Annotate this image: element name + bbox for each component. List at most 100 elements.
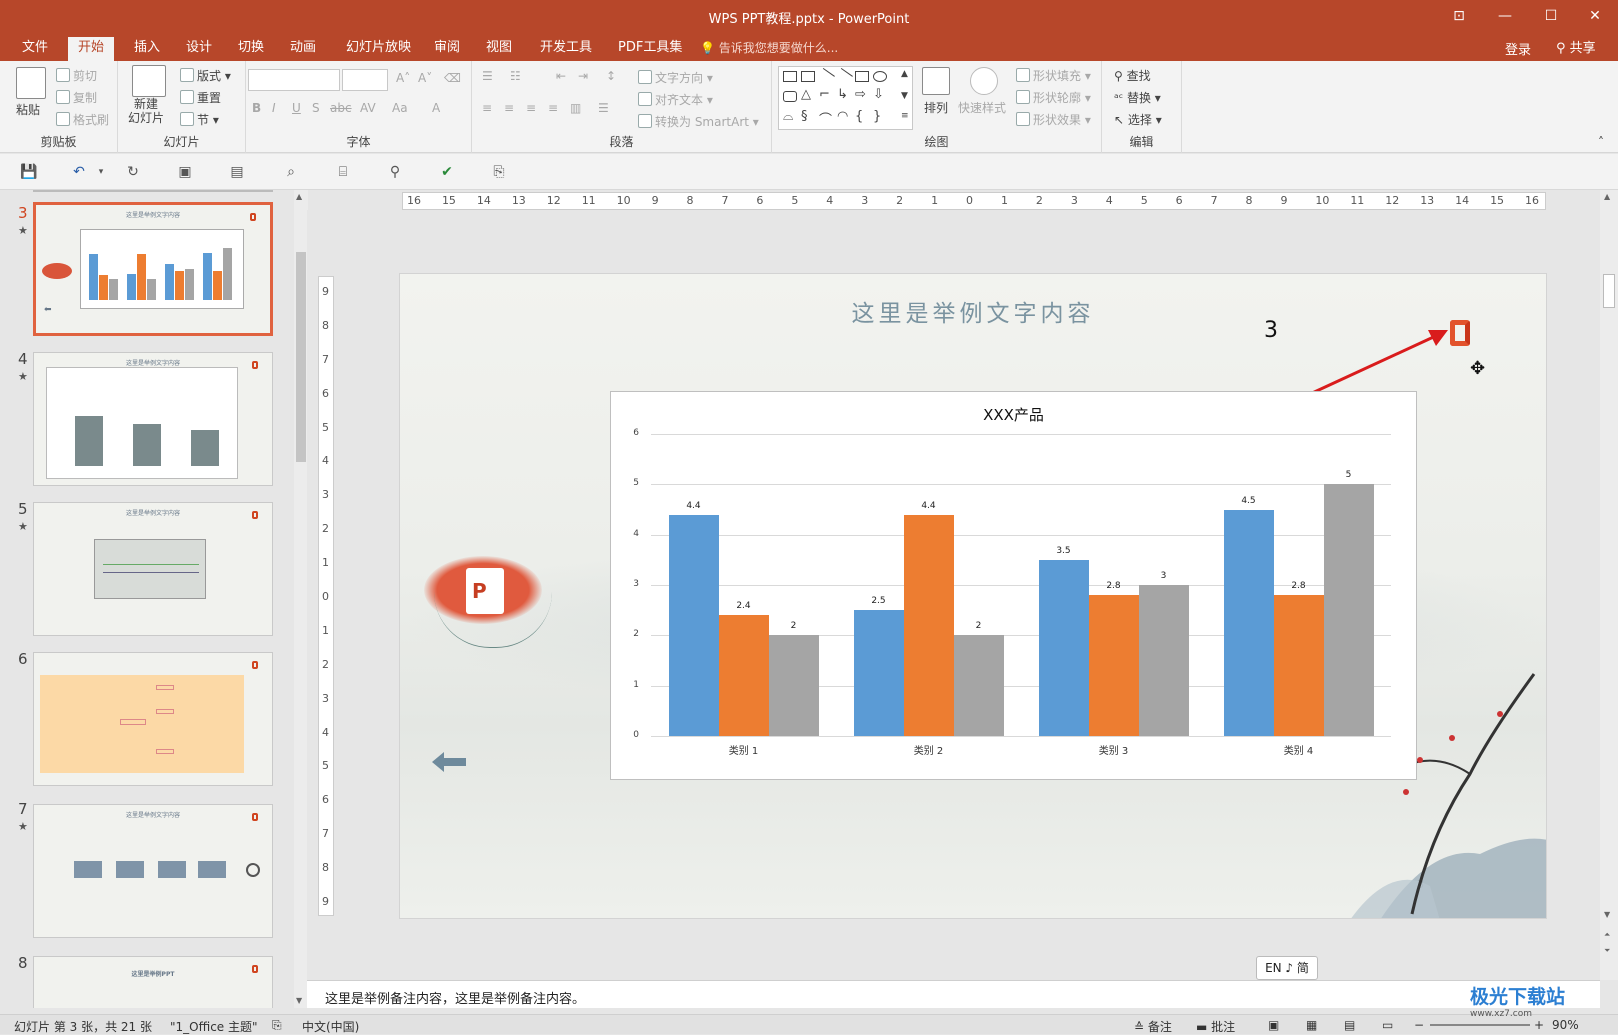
- new-slide-icon[interactable]: [132, 65, 166, 97]
- reading-view-icon[interactable]: ▤: [1344, 1018, 1355, 1032]
- tab-design[interactable]: 设计: [176, 37, 222, 61]
- chart-bar[interactable]: [768, 635, 819, 736]
- char-spacing-button[interactable]: AV: [360, 101, 376, 115]
- chart-bar[interactable]: [853, 610, 904, 736]
- chart-bar[interactable]: [718, 615, 769, 736]
- chart-bar[interactable]: [1038, 559, 1089, 736]
- back-arrow-icon[interactable]: [432, 752, 466, 772]
- freeform-shape-icon[interactable]: ⌓: [783, 109, 793, 124]
- scroll-up-icon[interactable]: ▲: [296, 192, 302, 201]
- line-shape-icon[interactable]: [817, 67, 835, 86]
- notes-toggle-button[interactable]: ≙ 备注: [1134, 1018, 1172, 1035]
- chart-bar[interactable]: [1138, 585, 1189, 736]
- login-link[interactable]: 登录: [1505, 39, 1531, 58]
- bullets-icon[interactable]: ☰: [482, 69, 493, 83]
- scroll-down-icon[interactable]: ▼: [296, 996, 302, 1005]
- font-size-combo[interactable]: [342, 69, 388, 91]
- notes-text[interactable]: 这里是举例备注内容，这里是举例备注内容。: [325, 988, 585, 1007]
- format-painter-button[interactable]: 格式刷: [56, 111, 109, 128]
- underline-button[interactable]: U: [292, 101, 301, 115]
- rounded-rect-shape-icon[interactable]: [783, 91, 797, 102]
- scribble-shape-icon[interactable]: §: [801, 109, 808, 124]
- zoom-out-icon[interactable]: −: [1414, 1018, 1424, 1032]
- presenter-icon[interactable]: ⌕: [282, 163, 300, 181]
- font-color-button[interactable]: A: [432, 101, 440, 115]
- shape-fill-button[interactable]: 形状填充 ▾: [1016, 67, 1091, 84]
- chart-bar[interactable]: [953, 635, 1004, 736]
- zoom-in-icon[interactable]: +: [1534, 1018, 1544, 1032]
- scroll-down-icon[interactable]: ▼: [1604, 910, 1610, 919]
- justify-icon[interactable]: ≡: [548, 101, 558, 115]
- align-center-icon[interactable]: ≡: [504, 101, 514, 115]
- select-button[interactable]: ↖ 选择 ▾: [1114, 111, 1162, 128]
- quick-styles-icon[interactable]: [970, 67, 998, 95]
- notes-pane[interactable]: 这里是举例备注内容，这里是举例备注内容。: [307, 980, 1600, 1008]
- replace-button[interactable]: ᵃᶜ 替换 ▾: [1114, 89, 1161, 106]
- slideshow-view-icon[interactable]: ▭: [1382, 1018, 1393, 1032]
- zoom-slider[interactable]: [1430, 1024, 1530, 1026]
- curve-shape-icon[interactable]: ⌒: [819, 109, 832, 128]
- new-slide-qat-icon[interactable]: ▤: [228, 163, 246, 181]
- distribute-icon[interactable]: ☰: [598, 101, 609, 115]
- slideshow-icon[interactable]: ⌸: [334, 163, 352, 181]
- ribbon-display-icon[interactable]: ⊡: [1436, 0, 1482, 33]
- minimize-button[interactable]: —: [1482, 0, 1528, 33]
- normal-view-icon[interactable]: ▣: [1268, 1018, 1279, 1032]
- chart-bar[interactable]: [1223, 509, 1274, 736]
- scroll-up-icon[interactable]: ▲: [1604, 192, 1610, 201]
- slide-thumbnail-4[interactable]: 这里是举例文字内容: [33, 352, 273, 486]
- arrange-button[interactable]: 排列: [924, 99, 948, 116]
- shapes-gallery[interactable]: △ ⌐ ↳ ⇨ ⇩ ⌓ § ⌒ ◠ { } ▲ ▼ ≡: [778, 66, 913, 130]
- align-left-icon[interactable]: ≡: [482, 101, 492, 115]
- cut-button[interactable]: 剪切: [56, 67, 97, 84]
- arrange-icon[interactable]: [922, 67, 950, 95]
- triangle-shape-icon[interactable]: △: [801, 87, 811, 102]
- right-arrow-shape-icon[interactable]: ⇨: [855, 87, 866, 102]
- align-text-button[interactable]: 对齐文本 ▾: [638, 91, 713, 108]
- tab-view[interactable]: 视图: [476, 37, 522, 61]
- left-brace-icon[interactable]: {: [855, 109, 863, 124]
- elbow-connector-icon[interactable]: ⌐: [819, 87, 830, 102]
- shape-outline-button[interactable]: 形状轮廓 ▾: [1016, 89, 1091, 106]
- font-grow-button[interactable]: A˄: [396, 71, 410, 85]
- quick-styles-button[interactable]: 快速样式: [958, 99, 1006, 116]
- layout-button[interactable]: 版式 ▾: [180, 67, 231, 84]
- convert-smartart-button[interactable]: 转换为 SmartArt ▾: [638, 113, 759, 130]
- elbow-arrow-icon[interactable]: ↳: [837, 87, 848, 102]
- shape-effects-button[interactable]: 形状效果 ▾: [1016, 111, 1091, 128]
- previous-slide-icon[interactable]: ⏶: [1604, 930, 1610, 940]
- section-button[interactable]: 节 ▾: [180, 111, 219, 128]
- tab-review[interactable]: 审阅: [424, 37, 470, 61]
- find-button[interactable]: ⚲ 查找: [1114, 67, 1151, 84]
- undo-dropdown-icon[interactable]: ▾: [92, 163, 110, 181]
- change-case-button[interactable]: Aa: [392, 101, 408, 115]
- maximize-button[interactable]: ☐: [1528, 0, 1574, 33]
- rectangle-shape-icon[interactable]: [855, 71, 869, 82]
- tab-animations[interactable]: 动画: [280, 37, 326, 61]
- align-right-icon[interactable]: ≡: [526, 101, 536, 115]
- slide-number-text[interactable]: 3: [1264, 318, 1278, 343]
- chart-bar[interactable]: [668, 514, 719, 736]
- clear-format-icon[interactable]: ⌫: [444, 71, 461, 85]
- thumbnail-scrollbar[interactable]: ▲ ▼: [294, 190, 308, 1008]
- copy-button[interactable]: 复制: [56, 89, 97, 106]
- share-button[interactable]: ⚲ 共享: [1556, 37, 1596, 56]
- tab-transitions[interactable]: 切换: [228, 37, 274, 61]
- tab-developer[interactable]: 开发工具: [530, 37, 602, 61]
- tab-insert[interactable]: 插入: [124, 37, 170, 61]
- gallery-scroll-up-icon[interactable]: ▲: [901, 69, 908, 79]
- undo-icon[interactable]: ↶: [70, 163, 88, 181]
- collapse-ribbon-icon[interactable]: ˄: [1598, 135, 1604, 149]
- columns-icon[interactable]: ▥: [570, 101, 581, 115]
- redo-icon[interactable]: ↻: [124, 163, 142, 181]
- ime-indicator[interactable]: EN ♪ 简: [1256, 956, 1318, 980]
- chart-bar[interactable]: [903, 514, 954, 736]
- down-arrow-shape-icon[interactable]: ⇩: [873, 87, 884, 102]
- slide-scrollbar[interactable]: ▲ ▼ ⏶ ⏷: [1600, 190, 1618, 980]
- increase-indent-icon[interactable]: ⇥: [578, 69, 588, 83]
- chart-bar[interactable]: [1323, 484, 1374, 736]
- chart-bar[interactable]: [1273, 595, 1324, 736]
- slide-thumbnail-7[interactable]: 这里是举例文字内容: [33, 804, 273, 938]
- font-name-combo[interactable]: [248, 69, 340, 91]
- slide-sorter-icon[interactable]: ▦: [1306, 1018, 1317, 1032]
